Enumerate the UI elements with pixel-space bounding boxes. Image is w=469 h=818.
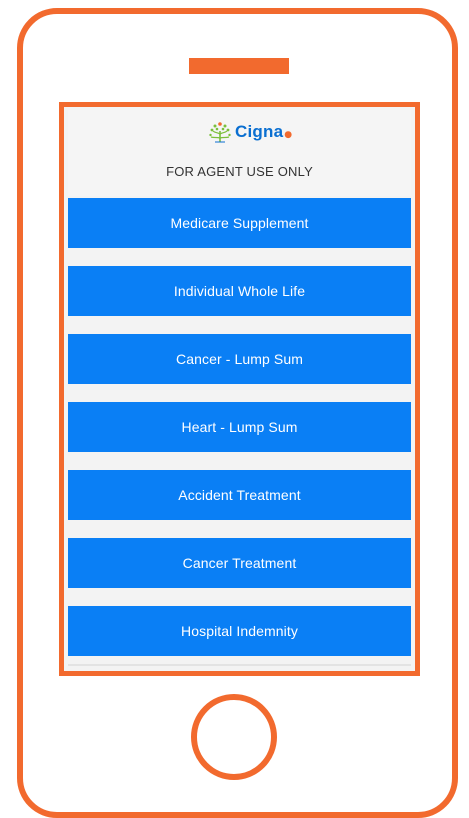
- app-view: Cigna ● FOR AGENT USE ONLY Medicare Supp…: [68, 110, 411, 666]
- medicare-supplement-button[interactable]: Medicare Supplement: [68, 198, 411, 248]
- heart-lump-sum-button[interactable]: Heart - Lump Sum: [68, 402, 411, 452]
- phone-screen: Cigna ● FOR AGENT USE ONLY Medicare Supp…: [59, 102, 420, 676]
- accident-treatment-button[interactable]: Accident Treatment: [68, 470, 411, 520]
- individual-whole-life-button[interactable]: Individual Whole Life: [68, 266, 411, 316]
- brand-logo: Cigna ●: [208, 119, 292, 145]
- home-button[interactable]: [191, 694, 277, 780]
- agent-use-notice: FOR AGENT USE ONLY: [166, 164, 313, 179]
- tree-logo-icon: [209, 122, 231, 143]
- screen-divider: [68, 664, 411, 666]
- brand-name: Cigna: [235, 122, 284, 141]
- phone-speaker: [189, 58, 289, 74]
- hospital-indemnity-button[interactable]: Hospital Indemnity: [68, 606, 411, 656]
- brand-dot-icon: ●: [284, 130, 293, 140]
- cancer-treatment-button[interactable]: Cancer Treatment: [68, 538, 411, 588]
- app-header: Cigna ● FOR AGENT USE ONLY: [68, 110, 411, 196]
- product-menu: Medicare Supplement Individual Whole Lif…: [68, 198, 411, 671]
- cancer-lump-sum-button[interactable]: Cancer - Lump Sum: [68, 334, 411, 384]
